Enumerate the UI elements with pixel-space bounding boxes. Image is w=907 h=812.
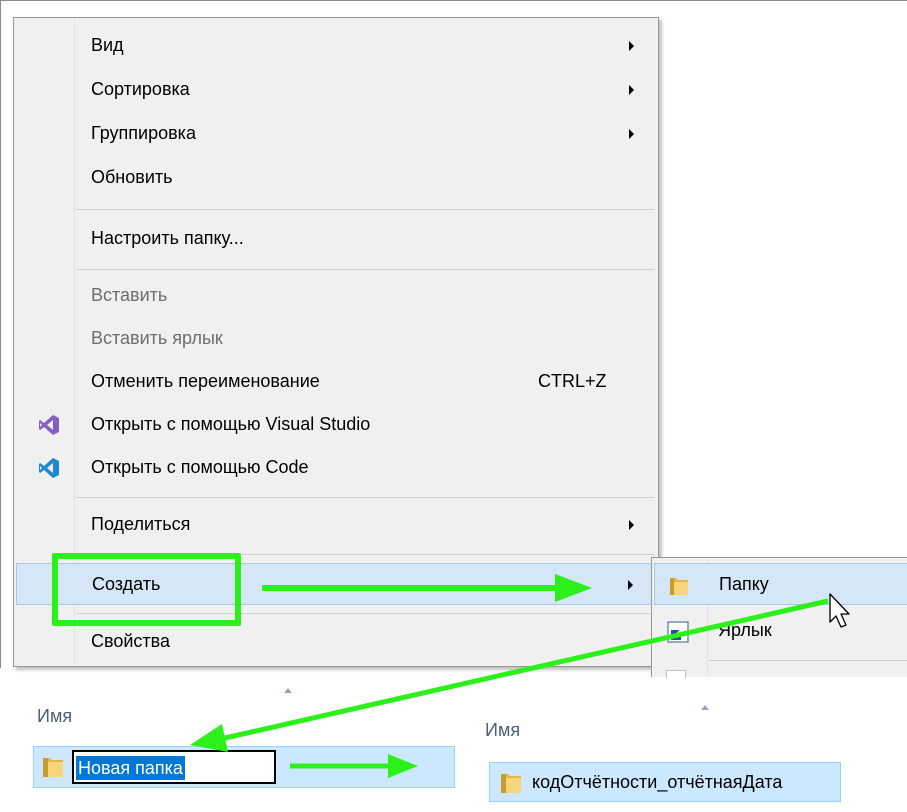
window-frame-left [0, 0, 1, 668]
menu-item-paste: Вставить [16, 275, 656, 317]
menu-item-open-code[interactable]: Открыть с помощью Code [16, 447, 656, 489]
menu-item-view[interactable]: Вид [16, 25, 656, 67]
submenu-arrow-icon [629, 41, 634, 51]
file-row-new-folder[interactable]: Новая папка [33, 746, 455, 788]
menu-item-label: Открыть с помощью Visual Studio [91, 414, 371, 434]
sort-ascending-icon[interactable] [701, 705, 709, 710]
column-header-name[interactable]: Имя [37, 706, 72, 727]
submenu-arrow-icon [629, 129, 634, 139]
menu-separator [76, 209, 654, 210]
menu-item-paste-shortcut: Вставить ярлык [16, 318, 656, 360]
menu-item-undo-rename[interactable]: Отменить переименование CTRL+Z [16, 361, 656, 403]
menu-item-label: Свойства [91, 631, 171, 651]
menu-item-refresh[interactable]: Обновить [16, 157, 656, 199]
submenu-arrow-icon [628, 580, 633, 590]
window-frame-top [0, 0, 907, 1]
menu-separator [76, 497, 654, 498]
menu-item-customize-folder[interactable]: Настроить папку... [16, 218, 656, 260]
menu-separator [76, 269, 654, 270]
file-name: кодОтчётности_отчётнаяДата [532, 772, 783, 792]
sort-ascending-icon[interactable] [284, 688, 292, 693]
folder-icon [40, 754, 66, 780]
menu-item-label: Вид [91, 35, 124, 55]
create-submenu: Папку Ярлык [651, 557, 907, 678]
menu-item-open-visual-studio[interactable]: Открыть с помощью Visual Studio [16, 404, 656, 446]
submenu-item-folder[interactable]: Папку [654, 563, 907, 605]
rename-selected-text: Новая папка [76, 756, 185, 780]
annotation-highlight-box [52, 553, 241, 626]
rename-input[interactable]: Новая папка [72, 750, 276, 784]
document-icon [666, 670, 686, 678]
submenu-separator [709, 660, 907, 661]
menu-item-label: Обновить [91, 167, 173, 187]
submenu-item-shortcut[interactable]: Ярлык [654, 610, 907, 652]
submenu-item-label: Папку [719, 574, 769, 594]
menu-item-label: Группировка [91, 123, 196, 143]
menu-item-sort[interactable]: Сортировка [16, 69, 656, 111]
column-header-name[interactable]: Имя [485, 720, 520, 741]
menu-item-label: Вставить [91, 285, 168, 305]
menu-item-share[interactable]: Поделиться [16, 504, 656, 546]
menu-item-shortcut: CTRL+Z [538, 371, 607, 391]
shortcut-icon [666, 620, 690, 644]
vscode-icon [38, 457, 60, 479]
menu-item-label: Вставить ярлык [91, 328, 223, 348]
menu-item-label: Отменить переименование [91, 371, 320, 391]
file-row-renamed-folder[interactable]: кодОтчётности_отчётнаяДата [489, 762, 841, 802]
menu-item-label: Сортировка [91, 79, 190, 99]
visual-studio-icon [38, 414, 60, 436]
folder-icon [498, 770, 524, 796]
menu-item-label: Открыть с помощью Code [91, 457, 309, 477]
menu-item-label: Поделиться [91, 514, 191, 534]
submenu-arrow-icon [629, 85, 634, 95]
menu-item-group[interactable]: Группировка [16, 113, 656, 155]
menu-item-label: Настроить папку... [91, 228, 244, 248]
submenu-item-label: Ярлык [718, 620, 772, 640]
folder-icon [667, 574, 691, 598]
submenu-arrow-icon [629, 520, 634, 530]
menu-item-properties[interactable]: Свойства [16, 621, 656, 663]
